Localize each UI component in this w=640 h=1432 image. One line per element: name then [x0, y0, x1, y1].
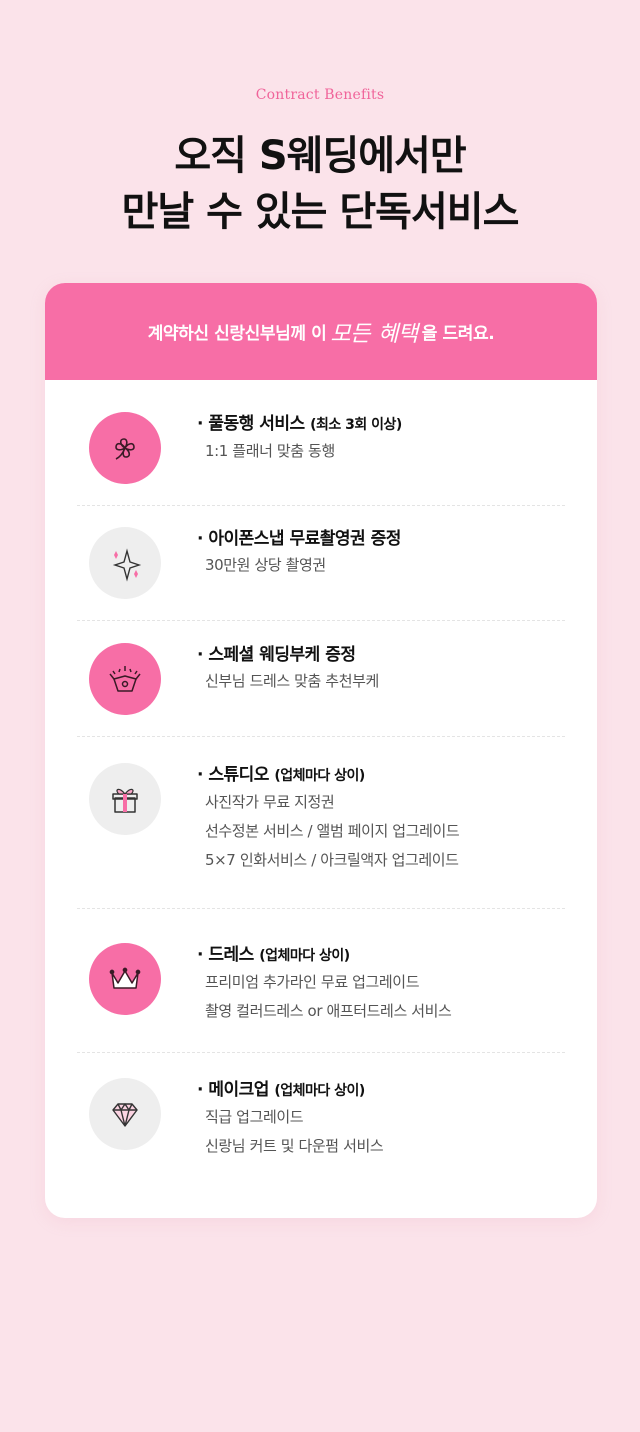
benefit-title-main: · 드레스 [197, 945, 254, 965]
benefit-title: · 풀동행 서비스 (최소 3회 이상) [197, 412, 402, 437]
benefit-detail: 30만원 상당 촬영권 [205, 556, 326, 574]
benefit-title-main: · 메이크업 [197, 1080, 269, 1100]
divider [77, 908, 565, 909]
benefit-title-note: (업체마다 상이) [274, 768, 365, 784]
benefit-text: · 드레스 (업체마다 상이) 프리미엄 추가라인 무료 업그레이드 촬영 컬러… [197, 943, 452, 1026]
divider [77, 736, 565, 737]
benefit-text: · 스페셜 웨딩부케 증정 신부님 드레스 맞춤 추천부케 [197, 643, 379, 696]
benefit-title-main: · 스튜디오 [197, 765, 269, 785]
benefit-text: · 아이폰스냅 무료촬영권 증정 30만원 상당 촬영권 [197, 527, 401, 580]
divider [77, 505, 565, 506]
benefit-detail: 직급 업그레이드 [205, 1108, 304, 1126]
benefit-title-main: · 풀동행 서비스 [197, 414, 305, 434]
divider [77, 1052, 565, 1053]
page-title-line-1: 오직 S웨딩에서만 [174, 133, 466, 179]
page-title: 오직 S웨딩에서만 만날 수 있는 단독서비스 [0, 128, 640, 240]
benefit-title: · 아이폰스냅 무료촬영권 증정 [197, 527, 401, 551]
bouquet-box-icon [89, 643, 161, 715]
benefit-text: · 풀동행 서비스 (최소 3회 이상) 1:1 플래너 맞춤 동행 [197, 412, 402, 466]
banner-text-after: 을 드려요. [421, 324, 495, 344]
crown-icon [89, 943, 161, 1015]
benefit-detail: 신랑님 커트 및 다운펌 서비스 [205, 1137, 384, 1155]
benefit-title-note: (최소 3회 이상) [310, 417, 402, 433]
benefit-title: · 메이크업 (업체마다 상이) [197, 1078, 383, 1103]
benefit-text: · 스튜디오 (업체마다 상이) 사진작가 무료 지정권 선수정본 서비스 / … [197, 763, 460, 875]
benefit-detail: 프리미엄 추가라인 무료 업그레이드 [205, 973, 420, 991]
benefit-title: · 스페셜 웨딩부케 증정 [197, 643, 379, 667]
benefit-text: · 메이크업 (업체마다 상이) 직급 업그레이드 신랑님 커트 및 다운펌 서… [197, 1078, 384, 1161]
benefit-detail: 5×7 인화서비스 / 아크릴액자 업그레이드 [205, 851, 459, 869]
banner-script-word-benefit: 혜택 [378, 321, 418, 347]
benefit-detail: 선수정본 서비스 / 앨범 페이지 업그레이드 [205, 822, 460, 840]
divider [77, 620, 565, 621]
benefit-detail: 1:1 플래너 맞춤 동행 [205, 442, 335, 460]
benefit-detail: 촬영 컬러드레스 or 애프터드레스 서비스 [205, 1002, 452, 1020]
benefit-title-main: · 스페셜 웨딩부케 증정 [197, 645, 356, 665]
benefit-title-note: (업체마다 상이) [259, 948, 350, 964]
section-eyebrow: Contract Benefits [255, 87, 385, 103]
sparkle-icon [89, 527, 161, 599]
benefit-title-main: · 아이폰스냅 무료촬영권 증정 [197, 529, 401, 549]
benefit-title-note: (업체마다 상이) [274, 1083, 365, 1099]
benefit-title: · 스튜디오 (업체마다 상이) [197, 763, 459, 788]
benefits-card: 계약하신 신랑신부님께 이 모든 혜택 을 드려요. · 풀동행 서비스 (최소… [45, 283, 597, 1218]
benefits-banner: 계약하신 신랑신부님께 이 모든 혜택 을 드려요. [45, 283, 597, 380]
benefit-title: · 드레스 (업체마다 상이) [197, 943, 451, 968]
benefit-detail: 신부님 드레스 맞춤 추천부케 [205, 672, 379, 690]
gift-icon [89, 763, 161, 835]
banner-text-before: 계약하신 신랑신부님께 이 [147, 324, 327, 344]
banner-script-word-all: 모든 [330, 321, 371, 347]
clover-icon [89, 412, 161, 484]
benefit-detail: 사진작가 무료 지정권 [205, 793, 335, 811]
page-title-line-2: 만날 수 있는 단독서비스 [121, 189, 520, 235]
diamond-icon [89, 1078, 161, 1150]
